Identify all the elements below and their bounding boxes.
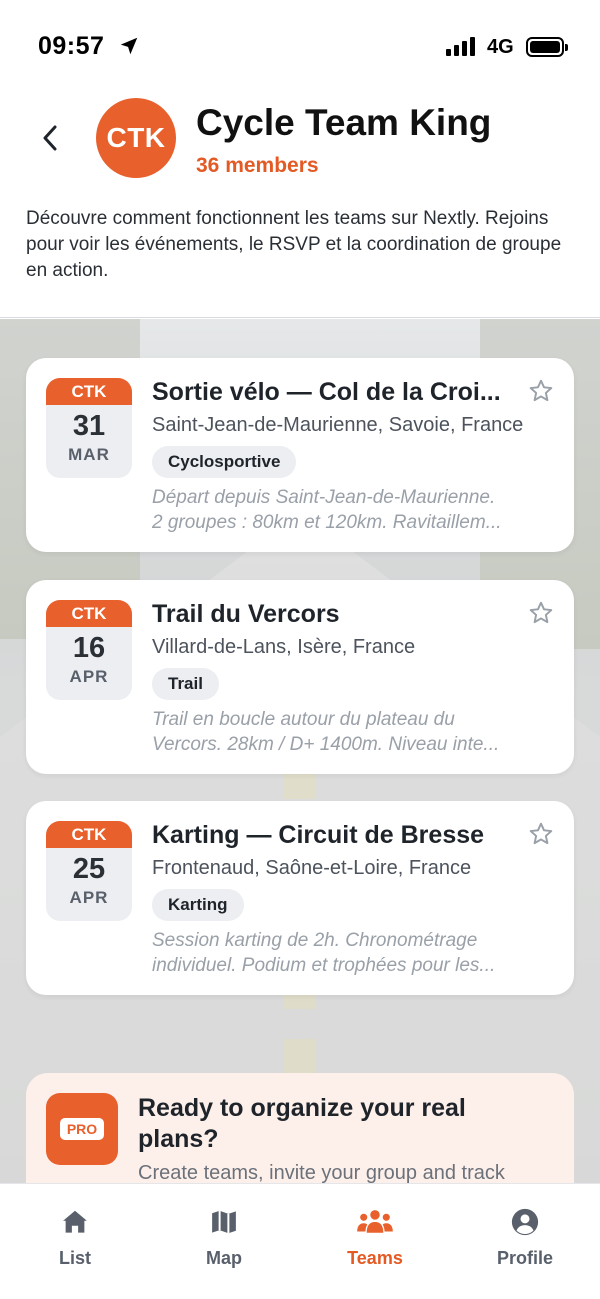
home-icon	[63, 1210, 87, 1233]
tab-teams[interactable]: Teams	[315, 1206, 435, 1269]
profile-icon	[511, 1208, 539, 1236]
date-month: APR	[69, 667, 109, 686]
event-tag: Karting	[152, 889, 244, 921]
pro-badge-icon: PRO	[46, 1093, 118, 1165]
team-description: Découvre comment fonctionnent les teams …	[26, 208, 562, 281]
network-label: 4G	[487, 36, 514, 58]
event-tag: Trail	[152, 668, 219, 700]
team-title: Cycle Team King	[196, 102, 492, 143]
event-location: Saint-Jean-de-Maurienne, Savoie, France	[152, 414, 524, 436]
location-arrow-icon	[120, 37, 138, 55]
event-title: Trail du Vercors	[152, 600, 340, 628]
map-icon	[212, 1210, 236, 1234]
date-day: 31	[72, 410, 106, 442]
event-tag: Cyclosportive	[152, 446, 297, 478]
date-badge-team: CTK	[46, 378, 132, 405]
team-header: CTK Cycle Team King 36 members Découvre …	[0, 90, 600, 318]
date-badge: CTK 31 MAR	[46, 378, 132, 478]
date-day: 16	[72, 632, 106, 664]
status-bar: 09:57 4G	[0, 0, 600, 90]
event-description: Trail en boucle autour du plateau du Ver…	[152, 709, 500, 755]
team-avatar: CTK	[96, 98, 176, 178]
event-card[interactable]: CTK 16 APR Trail du Vercors Villard-de-L…	[26, 580, 574, 774]
star-icon[interactable]	[528, 600, 554, 626]
date-badge: CTK 25 APR	[46, 821, 132, 921]
date-badge: CTK 16 APR	[46, 600, 132, 700]
chevron-left-icon	[43, 125, 57, 151]
date-badge-team: CTK	[46, 600, 132, 627]
tab-list[interactable]: List	[15, 1206, 135, 1269]
teams-icon	[357, 1210, 393, 1233]
back-button[interactable]	[32, 118, 68, 158]
star-icon[interactable]	[528, 378, 554, 404]
signal-icon	[446, 37, 475, 56]
event-location: Villard-de-Lans, Isère, France	[152, 636, 416, 658]
event-location: Frontenaud, Saône-et-Loire, France	[152, 857, 472, 879]
team-members-count[interactable]: 36 members	[196, 154, 319, 178]
date-badge-team: CTK	[46, 821, 132, 848]
tab-map[interactable]: Map	[164, 1206, 284, 1269]
event-description: Session karting de 2h. Chronométrage ind…	[152, 930, 496, 976]
event-description: Départ depuis Saint-Jean-de-Maurienne. 2…	[152, 487, 502, 533]
date-month: APR	[69, 888, 109, 907]
event-card[interactable]: CTK 25 APR Karting — Circuit de Bresse F…	[26, 801, 574, 995]
tab-bar: List Map Teams Profile	[0, 1183, 600, 1299]
promo-title: Ready to organize your real plans?	[138, 1094, 466, 1153]
date-month: MAR	[68, 445, 110, 464]
status-time: 09:57	[38, 32, 105, 60]
date-day: 25	[72, 853, 106, 885]
star-icon[interactable]	[528, 821, 554, 847]
event-title: Sortie vélo — Col de la Croi...	[152, 378, 501, 406]
promo-subtitle: Create teams, invite your group and trac…	[138, 1162, 505, 1184]
event-card[interactable]: CTK 31 MAR Sortie vélo — Col de la Croi.…	[26, 358, 574, 552]
tab-profile[interactable]: Profile	[465, 1206, 585, 1269]
battery-icon	[526, 37, 568, 57]
event-title: Karting — Circuit de Bresse	[152, 821, 485, 849]
